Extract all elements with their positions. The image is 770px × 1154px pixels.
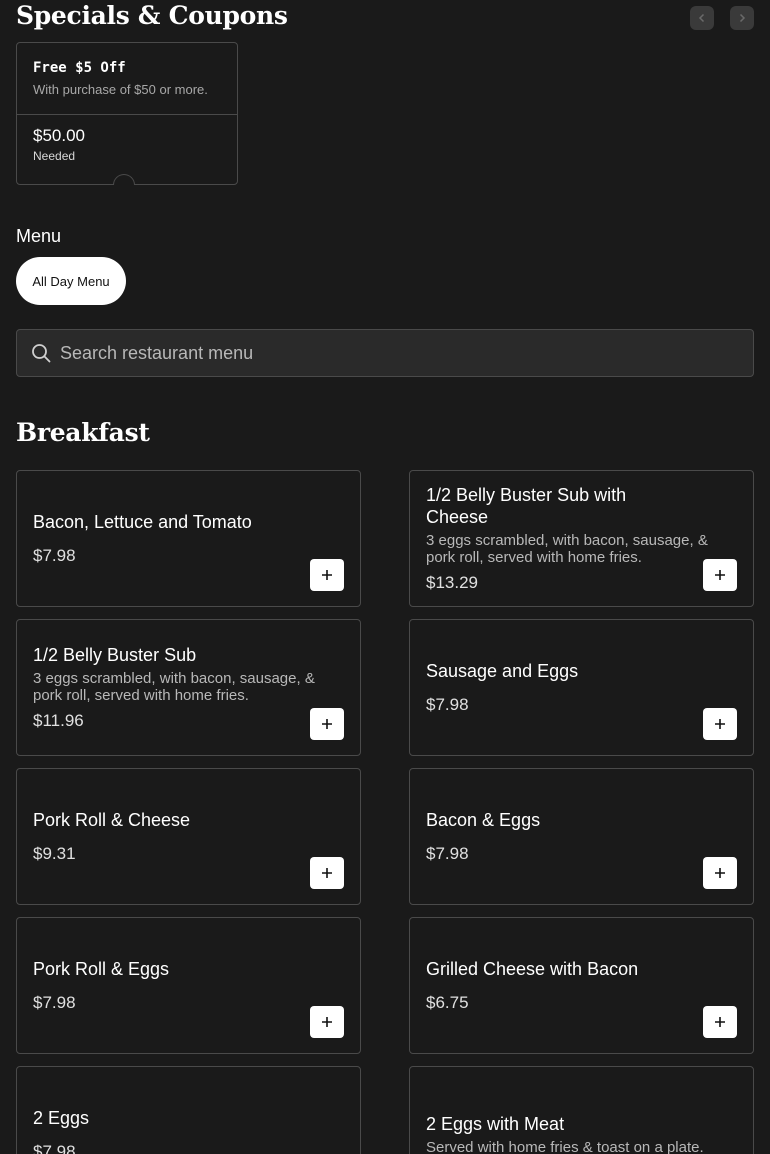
menu-item-card[interactable]: Bacon & Eggs $7.98	[409, 768, 754, 905]
menu-item-card[interactable]: Pork Roll & Cheese $9.31	[16, 768, 361, 905]
menu-item-card[interactable]: 1/2 Belly Buster Sub with Cheese 3 eggs s…	[409, 470, 754, 607]
carousel-prev-button[interactable]	[690, 6, 714, 30]
search-input[interactable]	[60, 342, 740, 364]
menu-item-description: Served with home fries & toast on a plat…	[426, 1139, 704, 1154]
add-item-button[interactable]	[703, 708, 737, 740]
menu-item-price: $7.98	[426, 694, 469, 714]
plus-icon	[322, 719, 332, 729]
search-bar	[16, 329, 754, 377]
plus-icon	[322, 868, 332, 878]
menu-items-grid: Bacon, Lettuce and Tomato $7.98 1/2 Belly …	[16, 470, 754, 1154]
menu-item-card[interactable]: 2 Eggs $7.98	[16, 1066, 361, 1154]
coupon-card[interactable]: Free $5 Off With purchase of $50 or more…	[16, 42, 238, 185]
menu-item-name: Pork Roll & Eggs	[33, 958, 170, 979]
chevron-left-icon	[698, 13, 705, 23]
section-title: Breakfast	[16, 418, 150, 447]
carousel-next-button[interactable]	[730, 6, 754, 30]
menu-item-card[interactable]: Pork Roll & Eggs $7.98	[16, 917, 361, 1054]
add-item-button[interactable]	[703, 857, 737, 889]
plus-icon	[322, 570, 332, 580]
menu-item-name: 1/2 Belly Buster Sub	[33, 644, 197, 665]
menu-item-card[interactable]: Bacon, Lettuce and Tomato $7.98	[16, 470, 361, 607]
menu-item-price: $7.98	[33, 992, 76, 1012]
menu-item-card[interactable]: Sausage and Eggs $7.98	[409, 619, 754, 756]
menu-item-name: Sausage and Eggs	[426, 660, 579, 681]
coupon-header: Free $5 Off With purchase of $50 or more…	[17, 43, 237, 115]
menu-item-price: $7.98	[33, 545, 76, 565]
specials-title: Specials & Coupons	[16, 1, 288, 30]
coupon-status: Needed	[33, 149, 76, 163]
menu-item-card[interactable]: Grilled Cheese with Bacon $6.75	[409, 917, 754, 1054]
menu-item-name: 2 Eggs with Meat	[426, 1114, 565, 1134]
plus-icon	[322, 1017, 332, 1027]
coupon-subtitle: With purchase of $50 or more.	[33, 82, 208, 97]
menu-tab-all-day[interactable]: All Day Menu	[16, 257, 126, 305]
search-icon	[32, 344, 51, 363]
add-item-button[interactable]	[703, 559, 737, 591]
menu-item-name: Bacon, Lettuce and Tomato	[33, 511, 252, 532]
add-item-button[interactable]	[310, 559, 344, 591]
menu-item-description: 3 eggs scrambled, with bacon, sausage, &…	[426, 531, 708, 566]
menu-label: Menu	[16, 226, 62, 246]
add-item-button[interactable]	[703, 1006, 737, 1038]
coupon-progress-gauge	[113, 174, 135, 185]
menu-item-price: $7.98	[426, 843, 469, 863]
menu-item-name: Pork Roll & Cheese	[33, 809, 191, 830]
coupon-amount: $50.00	[33, 126, 85, 145]
menu-item-price: $6.75	[426, 992, 469, 1012]
menu-item-name: Grilled Cheese with Bacon	[426, 958, 639, 979]
plus-icon	[715, 1017, 725, 1027]
menu-item-name: 2 Eggs	[33, 1107, 90, 1128]
menu-item-price: $9.31	[33, 843, 76, 863]
add-item-button[interactable]	[310, 857, 344, 889]
menu-item-price: $7.98	[33, 1141, 76, 1154]
menu-item-price: $11.96	[33, 710, 84, 730]
chevron-right-icon	[739, 13, 746, 23]
coupon-title: Free $5 Off	[33, 60, 126, 76]
coupon-footer: $50.00 Needed	[17, 115, 237, 163]
menu-item-card[interactable]: 2 Eggs with Meat Served with home fries &…	[409, 1066, 754, 1154]
plus-icon	[715, 868, 725, 878]
menu-item-name: Bacon & Eggs	[426, 809, 541, 830]
menu-item-price: $13.29	[426, 572, 478, 592]
plus-icon	[715, 719, 725, 729]
add-item-button[interactable]	[310, 1006, 344, 1038]
menu-item-description: 3 eggs scrambled, with bacon, sausage, &…	[33, 669, 315, 704]
plus-icon	[715, 570, 725, 580]
add-item-button[interactable]	[310, 708, 344, 740]
menu-item-card[interactable]: 1/2 Belly Buster Sub 3 eggs scrambled, wi…	[16, 619, 361, 756]
menu-item-name: 1/2 Belly Buster Sub with Cheese	[426, 484, 627, 527]
